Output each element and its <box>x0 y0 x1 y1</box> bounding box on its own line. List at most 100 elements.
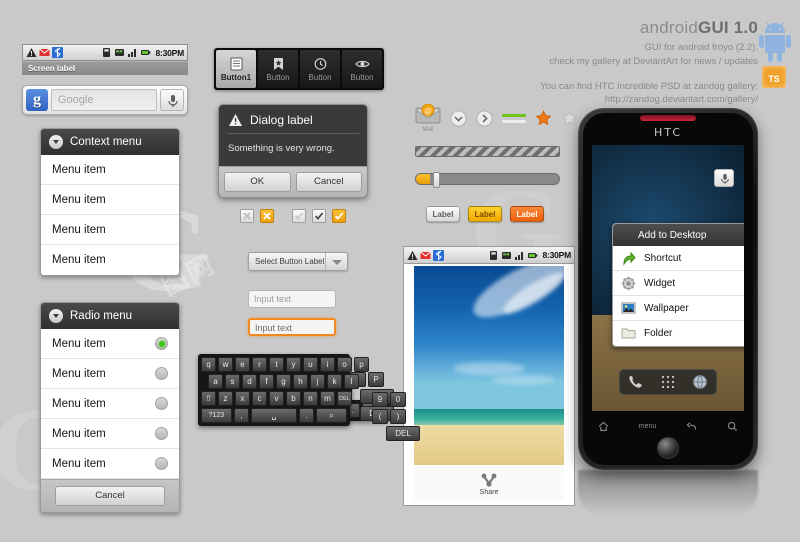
cross-icon <box>263 212 271 220</box>
tab-clock[interactable]: Button <box>300 50 340 88</box>
key-paren-open[interactable]: ( <box>372 409 388 424</box>
checkbox-check-orange[interactable] <box>332 209 346 223</box>
key-0[interactable]: 0 <box>390 392 406 407</box>
key-i[interactable]: i <box>320 357 335 372</box>
list-item[interactable]: Menu item <box>41 449 179 479</box>
delete-key[interactable]: DEL <box>337 391 352 406</box>
menu-item-label: Wallpaper <box>644 302 689 314</box>
key-P[interactable]: P <box>368 372 384 387</box>
key-p[interactable]: p <box>354 357 369 372</box>
checkbox-check-on[interactable] <box>312 209 326 223</box>
trackpad[interactable] <box>657 437 679 459</box>
key-s[interactable]: s <box>225 374 240 389</box>
list-item[interactable]: Menu item <box>41 359 179 389</box>
key-u[interactable]: u <box>303 357 318 372</box>
tab-button1[interactable]: Button1 <box>216 50 256 88</box>
key-123[interactable]: ?123 <box>201 408 232 423</box>
key-d[interactable]: d <box>242 374 257 389</box>
key-b[interactable]: b <box>286 391 301 406</box>
keyboard-row-space: ?123 , ␣ . ⌕ <box>201 408 347 423</box>
search-widget[interactable]: g Google <box>22 85 188 115</box>
key-r[interactable]: r <box>252 357 267 372</box>
key-o[interactable]: o <box>337 357 352 372</box>
list-item[interactable]: Menu item <box>41 245 179 275</box>
key-9[interactable]: 9 <box>372 392 388 407</box>
app-drawer-icon[interactable] <box>660 374 676 390</box>
key-space[interactable]: ␣ <box>250 408 298 423</box>
text-input-normal[interactable]: Input text <box>248 290 336 308</box>
share-button[interactable]: Share <box>414 467 564 501</box>
menu-item-folder[interactable]: Folder <box>613 321 744 346</box>
tab-eye[interactable]: Button <box>342 50 382 88</box>
tab-bookmark[interactable]: Button <box>258 50 298 88</box>
menu-item-wallpaper[interactable]: Wallpaper <box>613 296 744 321</box>
back-icon[interactable] <box>686 421 697 432</box>
voice-search-button[interactable] <box>160 89 184 111</box>
star-icon-empty[interactable] <box>561 110 578 127</box>
key-f[interactable]: f <box>259 374 274 389</box>
status-right-icons: 8:30PM <box>101 47 184 58</box>
list-item[interactable]: Menu item <box>41 329 179 359</box>
key-g[interactable]: g <box>276 374 291 389</box>
key-n[interactable]: n <box>303 391 318 406</box>
list-item[interactable]: Menu item <box>41 155 179 185</box>
cancel-button[interactable]: Cancel <box>295 172 362 192</box>
chevron-right-circle-icon[interactable] <box>476 110 493 127</box>
radio-button[interactable] <box>155 337 168 350</box>
seek-bar-thumb[interactable] <box>433 172 441 188</box>
star-icon-filled[interactable] <box>535 110 552 127</box>
key-y[interactable]: y <box>286 357 301 372</box>
search-icon[interactable] <box>727 421 738 432</box>
key-a[interactable]: a <box>208 374 223 389</box>
key-c[interactable]: c <box>252 391 267 406</box>
home-icon[interactable] <box>598 421 609 432</box>
mail-icon-widget[interactable]: @ Mail <box>415 103 441 133</box>
key-q[interactable]: q <box>201 357 216 372</box>
menu-item-shortcut[interactable]: Shortcut <box>613 246 744 271</box>
seek-bar[interactable] <box>415 172 560 188</box>
key-m[interactable]: m <box>320 391 335 406</box>
cancel-button[interactable]: Cancel <box>55 486 165 506</box>
select-spinner[interactable]: Select Button Label <box>248 252 348 271</box>
key-w[interactable]: w <box>218 357 233 372</box>
key-del[interactable]: DEL <box>386 426 420 441</box>
key-l[interactable]: l <box>344 374 359 389</box>
checkbox-x-disabled[interactable] <box>240 209 254 223</box>
key-k[interactable]: k <box>327 374 342 389</box>
checkbox-x-checked[interactable] <box>260 209 274 223</box>
list-item[interactable]: Menu item <box>41 185 179 215</box>
text-input-focused[interactable]: Input text <box>248 318 336 336</box>
menu-item-widget[interactable]: Widget <box>613 271 744 296</box>
key-t[interactable]: t <box>269 357 284 372</box>
radio-button[interactable] <box>155 427 168 440</box>
photo-image[interactable] <box>414 266 564 465</box>
key-comma[interactable]: , <box>233 408 249 423</box>
key-h[interactable]: h <box>293 374 308 389</box>
radio-button[interactable] <box>155 397 168 410</box>
menu-nav-label[interactable]: menu <box>639 423 657 430</box>
key-paren-close[interactable]: ) <box>390 409 406 424</box>
key-search[interactable]: ⌕ <box>316 408 347 423</box>
list-item[interactable]: Menu item <box>41 419 179 449</box>
key-v[interactable]: v <box>269 391 284 406</box>
voice-search-button[interactable] <box>714 169 734 187</box>
list-item[interactable]: Menu item <box>41 215 179 245</box>
label-button-white[interactable]: Label <box>426 206 460 222</box>
radio-button[interactable] <box>155 457 168 470</box>
phone-icon[interactable] <box>628 374 644 390</box>
label-button-yellow[interactable]: Label <box>468 206 502 222</box>
key-period[interactable]: . <box>299 408 315 423</box>
list-item[interactable]: Menu item <box>41 389 179 419</box>
key-e[interactable]: e <box>235 357 250 372</box>
shift-key[interactable]: ⇧ <box>201 391 216 406</box>
key-j[interactable]: j <box>310 374 325 389</box>
radio-button[interactable] <box>155 367 168 380</box>
checkbox-check-disabled[interactable] <box>292 209 306 223</box>
label-button-orange[interactable]: Label <box>510 206 544 222</box>
key-z[interactable]: z <box>218 391 233 406</box>
search-input[interactable]: Google <box>51 89 157 111</box>
key-x[interactable]: x <box>235 391 250 406</box>
browser-icon[interactable] <box>692 374 708 390</box>
ok-button[interactable]: OK <box>224 172 291 192</box>
chevron-down-circle-icon[interactable] <box>450 110 467 127</box>
